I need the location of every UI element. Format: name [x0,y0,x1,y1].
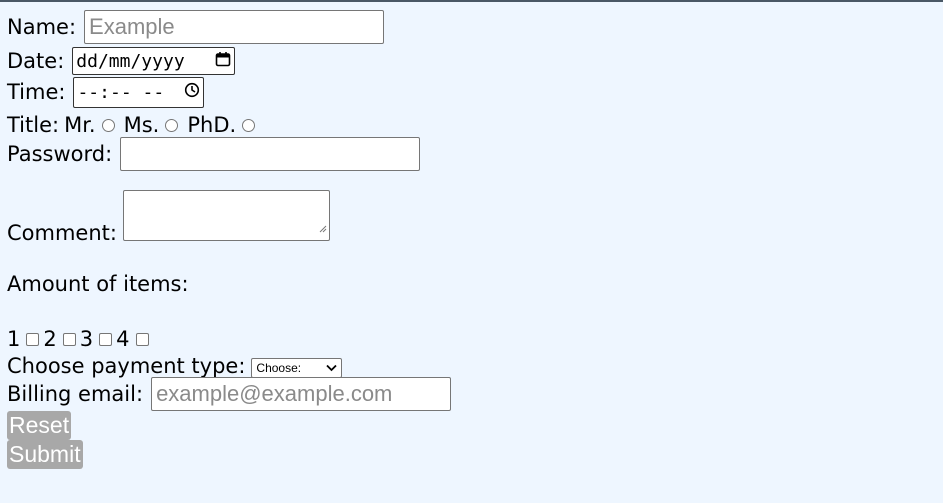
date-input[interactable]: dd/mm/yyyy [72,47,236,75]
title-radio-mr[interactable] [101,118,115,132]
chevron-down-icon [326,361,338,375]
comment-textarea[interactable] [122,190,330,241]
name-placeholder: Example [89,14,175,39]
amount-option-3-label: 3 [79,327,94,351]
submit-button[interactable]: Submit [7,440,83,469]
name-input[interactable]: Example [84,10,385,44]
resize-grip-icon[interactable] [319,214,327,238]
name-row: Name: Example [7,10,385,44]
amount-checkbox-4[interactable] [135,332,149,346]
title-option-phd-label: PhD. [187,113,237,137]
password-label: Password: [7,141,113,166]
comment-label: Comment: [7,221,117,245]
amount-checkbox-3[interactable] [99,332,113,346]
title-option-ms-label: Ms. [123,113,160,137]
amount-option-1-label: 1 [7,327,21,351]
clock-icon[interactable] [184,82,200,103]
amount-options: 1 2 3 4 [7,327,153,351]
payment-label: Choose payment type: [7,353,246,378]
reset-button[interactable]: Reset [7,411,72,440]
comment-row: Comment: [7,190,330,245]
title-label: Title: [7,112,60,137]
email-placeholder: example@example.com [156,381,393,406]
title-radio-phd[interactable] [242,118,256,132]
payment-select[interactable]: Choose: [251,358,343,378]
amount-option-4-label: 4 [116,327,130,351]
email-input[interactable]: example@example.com [151,377,452,411]
email-label: Billing email: [7,381,144,406]
amount-checkbox-2[interactable] [62,332,76,346]
password-row: Password: [7,137,421,171]
payment-row: Choose payment type: Choose: [7,353,343,378]
date-placeholder: dd/mm/yyyy [76,50,185,72]
time-placeholder: --:-- -- [77,82,165,103]
date-row: Date: dd/mm/yyyy [7,47,236,75]
email-row: Billing email: example@example.com [7,377,452,411]
title-row: Title: Mr. Ms. PhD. [7,113,258,137]
calendar-icon[interactable] [215,51,231,72]
amount-label: Amount of items: [7,272,189,296]
amount-row: Amount of items: [7,274,189,295]
time-row: Time: --:-- -- [7,77,205,108]
title-radio-ms[interactable] [165,118,179,132]
amount-checkbox-1[interactable] [26,332,40,346]
time-label: Time: [7,80,66,104]
password-input[interactable] [120,137,421,171]
title-option-mr-label: Mr. [64,113,96,137]
name-label: Name: [7,14,77,39]
time-input[interactable]: --:-- -- [73,77,205,108]
payment-selected-value: Choose: [256,361,302,375]
date-label: Date: [7,48,65,73]
amount-option-2-label: 2 [43,327,57,351]
